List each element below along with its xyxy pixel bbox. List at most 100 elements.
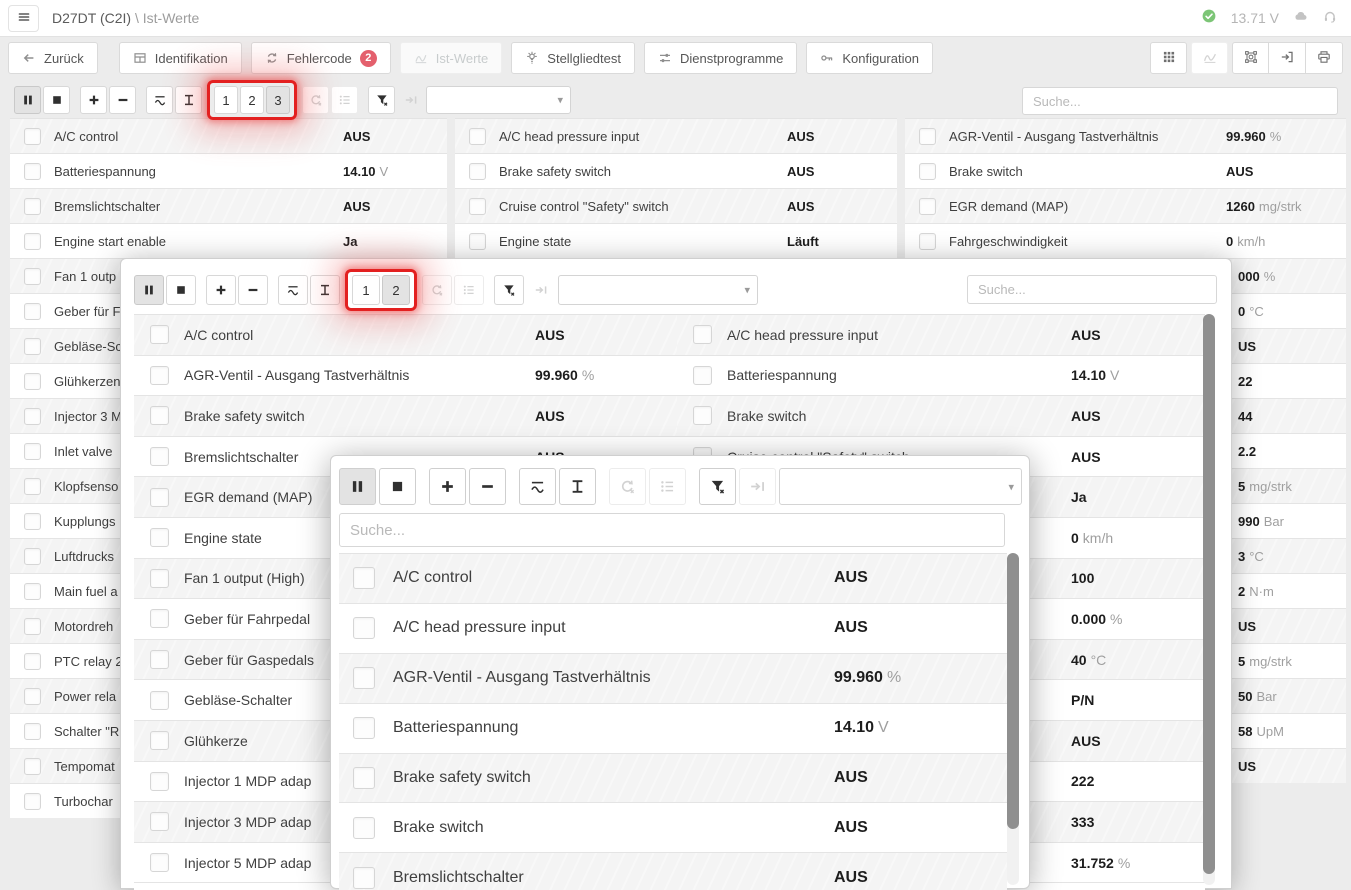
table-row[interactable]: EGR demand (MAP)1260mg/strk — [905, 189, 1346, 224]
stop-button[interactable] — [379, 468, 416, 505]
row-checkbox[interactable] — [24, 618, 41, 635]
row-checkbox[interactable] — [353, 767, 375, 789]
refresh-button[interactable] — [302, 86, 329, 114]
row-checkbox[interactable] — [353, 867, 375, 889]
row-checkbox[interactable] — [353, 667, 375, 689]
table-row[interactable]: Batteriespannung14.10V — [10, 154, 447, 189]
table-row[interactable]: A/C controlAUS — [339, 554, 1007, 604]
row-checkbox[interactable] — [469, 233, 486, 250]
zoom-level-2-button[interactable]: 2 — [382, 275, 410, 305]
row-checkbox[interactable] — [24, 233, 41, 250]
channel-dropdown[interactable]: ▾ — [779, 468, 1022, 505]
row-checkbox[interactable] — [150, 812, 169, 831]
row-checkbox[interactable] — [24, 548, 41, 565]
row-checkbox[interactable] — [919, 163, 936, 180]
zoom-level-1-button[interactable]: 1 — [352, 275, 380, 305]
pause-button[interactable] — [134, 275, 164, 305]
row-checkbox[interactable] — [24, 723, 41, 740]
table-row[interactable]: Brake switchAUS — [905, 154, 1346, 189]
row-checkbox[interactable] — [353, 717, 375, 739]
arrowbar-button[interactable] — [397, 86, 424, 114]
arrowbar-button[interactable] — [739, 468, 776, 505]
tab-stellgliedtest[interactable]: Stellgliedtest — [511, 42, 635, 74]
channel-dropdown[interactable]: ▾ — [426, 86, 571, 114]
channel-dropdown[interactable]: ▾ — [558, 275, 758, 305]
row-checkbox[interactable] — [353, 567, 375, 589]
table-row[interactable]: Engine start enableJa — [10, 224, 447, 259]
minus-button[interactable] — [469, 468, 506, 505]
ibar-button[interactable] — [310, 275, 340, 305]
table-row[interactable]: AGR-Ventil - Ausgang Tastverhältnis99.96… — [339, 654, 1007, 704]
row-checkbox[interactable] — [24, 443, 41, 460]
table-row[interactable]: Cruise control "Safety" switchAUS — [455, 189, 897, 224]
tab-zurueck[interactable]: Zurück — [8, 42, 98, 74]
grid-button[interactable] — [1150, 42, 1187, 74]
list-button[interactable] — [331, 86, 358, 114]
scrollbar-track[interactable] — [1007, 553, 1019, 885]
row-checkbox[interactable] — [693, 406, 712, 425]
table-row[interactable]: A/C head pressure inputAUS — [339, 604, 1007, 654]
table-row[interactable]: A/C head pressure inputAUS — [677, 315, 1205, 356]
row-checkbox[interactable] — [353, 617, 375, 639]
plus-button[interactable] — [429, 468, 466, 505]
row-checkbox[interactable] — [24, 198, 41, 215]
row-checkbox[interactable] — [150, 853, 169, 872]
row-checkbox[interactable] — [24, 303, 41, 320]
minus-button[interactable] — [238, 275, 268, 305]
wave-button[interactable] — [519, 468, 556, 505]
arrowbar-button[interactable] — [526, 275, 556, 305]
row-checkbox[interactable] — [24, 408, 41, 425]
table-row[interactable]: Engine stateLäuft — [455, 224, 897, 258]
refresh-button[interactable] — [422, 275, 452, 305]
row-checkbox[interactable] — [919, 198, 936, 215]
row-checkbox[interactable] — [469, 198, 486, 215]
headset-icon[interactable] — [1323, 9, 1337, 28]
table-row[interactable]: A/C controlAUS — [134, 315, 677, 356]
row-checkbox[interactable] — [150, 609, 169, 628]
row-checkbox[interactable] — [24, 373, 41, 390]
menu-button[interactable] — [8, 5, 39, 32]
row-checkbox[interactable] — [24, 128, 41, 145]
table-row[interactable]: Brake safety switchAUS — [134, 396, 677, 437]
list-button[interactable] — [649, 468, 686, 505]
search-input[interactable] — [967, 275, 1217, 304]
table-row[interactable]: A/C controlAUS — [10, 119, 447, 154]
refresh-button[interactable] — [609, 468, 646, 505]
plus-button[interactable] — [80, 86, 107, 114]
scrollbar-thumb[interactable] — [1203, 314, 1215, 874]
tab-konfiguration[interactable]: Konfiguration — [806, 42, 933, 74]
row-checkbox[interactable] — [24, 338, 41, 355]
row-checkbox[interactable] — [24, 163, 41, 180]
row-checkbox[interactable] — [150, 366, 169, 385]
filter-button[interactable] — [699, 468, 736, 505]
zoom-level-2-button[interactable]: 2 — [240, 86, 264, 114]
table-row[interactable]: Brake safety switchAUS — [339, 754, 1007, 804]
tab-identifikation[interactable]: Identifikation — [119, 42, 242, 74]
row-checkbox[interactable] — [693, 325, 712, 344]
row-checkbox[interactable] — [24, 688, 41, 705]
table-row[interactable]: BremslichtschalterAUS — [339, 853, 1007, 890]
ibar-button[interactable] — [175, 86, 202, 114]
row-checkbox[interactable] — [469, 163, 486, 180]
row-checkbox[interactable] — [24, 268, 41, 285]
scrollbar-thumb[interactable] — [1007, 553, 1019, 829]
table-row[interactable]: A/C head pressure inputAUS — [455, 119, 897, 154]
print-button[interactable] — [1306, 42, 1343, 74]
row-checkbox[interactable] — [24, 758, 41, 775]
table-row[interactable]: Fahrgeschwindigkeit0km/h — [905, 224, 1346, 259]
row-checkbox[interactable] — [150, 406, 169, 425]
scrollbar-track[interactable] — [1203, 314, 1215, 885]
row-checkbox[interactable] — [150, 447, 169, 466]
row-checkbox[interactable] — [150, 569, 169, 588]
tab-ist-werte[interactable]: Ist-Werte — [400, 42, 503, 74]
pause-button[interactable] — [339, 468, 376, 505]
search-input[interactable] — [339, 513, 1005, 547]
row-checkbox[interactable] — [919, 233, 936, 250]
table-row[interactable]: Batteriespannung14.10V — [677, 356, 1205, 397]
tab-fehlercode[interactable]: Fehlercode2 — [251, 42, 391, 74]
row-checkbox[interactable] — [24, 653, 41, 670]
wave-button[interactable] — [146, 86, 173, 114]
table-row[interactable]: Brake switchAUS — [339, 803, 1007, 853]
row-checkbox[interactable] — [150, 731, 169, 750]
row-checkbox[interactable] — [24, 478, 41, 495]
